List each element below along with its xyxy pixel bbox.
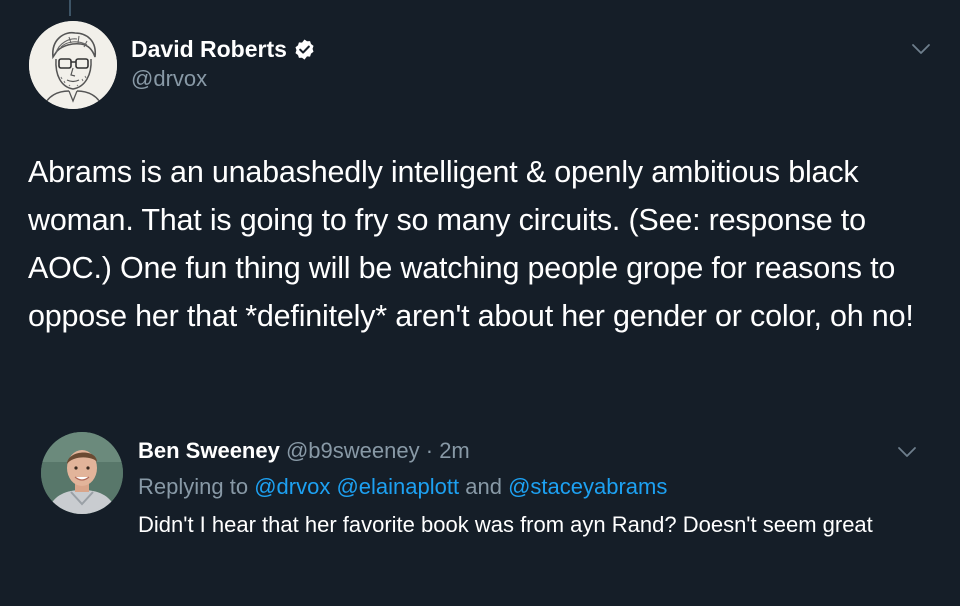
sketch-portrait-avatar-icon bbox=[29, 21, 117, 109]
mention-link-staceyabrams[interactable]: @staceyabrams bbox=[508, 474, 667, 499]
reply-timestamp[interactable]: 2m bbox=[439, 438, 470, 463]
reply-menu-button[interactable] bbox=[896, 445, 918, 459]
replying-to-prefix: Replying to bbox=[138, 474, 249, 499]
mention-link-elainaplott[interactable]: @elainaplott bbox=[336, 474, 459, 499]
author-avatar[interactable] bbox=[29, 21, 117, 109]
reply-separator: · bbox=[425, 438, 434, 463]
author-handle[interactable]: @drvox bbox=[131, 66, 207, 92]
verified-badge-icon bbox=[295, 38, 314, 60]
tweet-menu-button[interactable] bbox=[910, 42, 932, 56]
photo-avatar-icon bbox=[41, 432, 123, 514]
author-name-row: David Roberts bbox=[131, 35, 316, 63]
chevron-down-icon bbox=[912, 44, 930, 54]
reply-header: Ben Sweeney @b9sweeney · 2m bbox=[138, 437, 470, 465]
tweet-text: Abrams is an unabashedly intelligent & o… bbox=[28, 155, 914, 333]
chevron-down-icon bbox=[898, 447, 916, 457]
replying-to-conjunction: and bbox=[465, 474, 502, 499]
replying-to-line: Replying to @drvox @elainaplott and @sta… bbox=[138, 473, 667, 501]
reply-text: Didn't I hear that her favorite book was… bbox=[138, 512, 873, 537]
reply-author-handle[interactable]: @b9sweeney bbox=[286, 438, 420, 463]
reply-author-avatar[interactable] bbox=[41, 432, 123, 514]
mention-link-drvox[interactable]: @drvox bbox=[254, 474, 330, 499]
thread-connector-line bbox=[69, 0, 71, 16]
author-display-name[interactable]: David Roberts bbox=[131, 35, 287, 63]
reply-author-display-name[interactable]: Ben Sweeney bbox=[138, 438, 280, 463]
